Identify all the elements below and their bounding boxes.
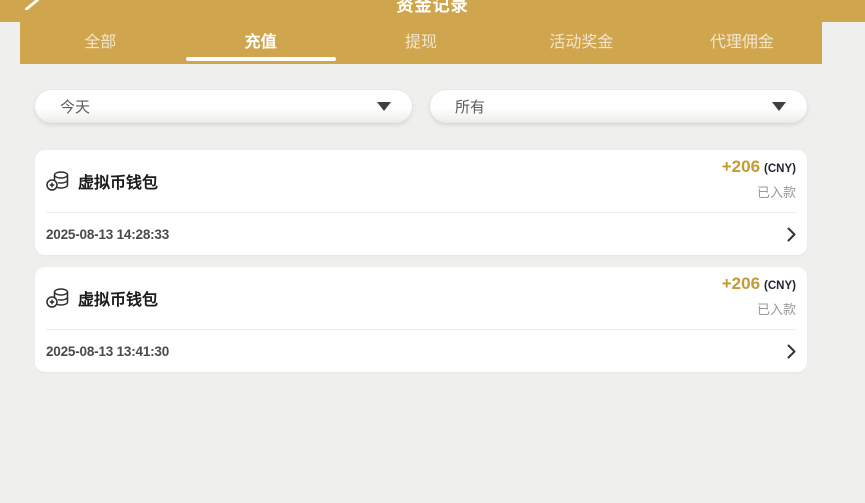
tab-withdraw-label: 提现 — [405, 34, 437, 51]
date-range-value: 今天 — [60, 96, 90, 117]
record-card-top: 虚拟币钱包 +206 (CNY) 已入款 — [46, 150, 796, 212]
currency: (CNY) — [764, 280, 796, 292]
payment-method: 虚拟币钱包 — [46, 169, 158, 193]
timestamp: 2025-08-13 13:41:30 — [46, 344, 169, 359]
active-tab-underline — [186, 57, 336, 61]
record-card[interactable]: 虚拟币钱包 +206 (CNY) 已入款 2025-08-13 14:28:33 — [35, 150, 807, 255]
currency: (CNY) — [764, 163, 796, 175]
chevron-right-icon[interactable] — [787, 227, 796, 242]
tab-agent-commission[interactable]: 代理佣金 — [662, 22, 822, 64]
record-card-bottom: 2025-08-13 13:41:30 — [46, 330, 796, 372]
tab-all[interactable]: 全部 — [20, 22, 180, 64]
payment-method: 虚拟币钱包 — [46, 286, 158, 310]
type-select[interactable]: 所有 — [430, 90, 807, 123]
record-card[interactable]: 虚拟币钱包 +206 (CNY) 已入款 2025-08-13 13:41:30 — [35, 267, 807, 372]
type-value: 所有 — [455, 96, 485, 117]
tab-deposit-label: 充值 — [245, 34, 277, 51]
record-card-bottom: 2025-08-13 14:28:33 — [46, 213, 796, 255]
page-title: 资金记录 — [0, 0, 865, 16]
date-range-select[interactable]: 今天 — [35, 90, 412, 123]
tab-activity-bonus-label: 活动奖金 — [549, 34, 613, 51]
tab-agent-commission-label: 代理佣金 — [710, 34, 774, 51]
coins-plus-icon — [46, 287, 70, 309]
status-badge: 已入款 — [757, 182, 796, 201]
amount-block: +206 (CNY) 已入款 — [722, 274, 796, 318]
timestamp: 2025-08-13 14:28:33 — [46, 227, 169, 242]
coins-plus-icon — [46, 170, 70, 192]
chevron-right-icon[interactable] — [787, 344, 796, 359]
amount: +206 — [722, 157, 760, 177]
record-card-top: 虚拟币钱包 +206 (CNY) 已入款 — [46, 267, 796, 329]
tab-activity-bonus[interactable]: 活动奖金 — [501, 22, 661, 64]
caret-down-icon — [377, 102, 391, 111]
amount: +206 — [722, 274, 760, 294]
header-band: 资金记录 — [0, 0, 865, 22]
tab-bar: 全部 充值 提现 活动奖金 代理佣金 — [20, 22, 822, 64]
method-label: 虚拟币钱包 — [78, 286, 158, 310]
amount-block: +206 (CNY) 已入款 — [722, 157, 796, 201]
tab-all-label: 全部 — [84, 34, 116, 51]
method-label: 虚拟币钱包 — [78, 169, 158, 193]
tab-deposit[interactable]: 充值 — [180, 22, 340, 64]
caret-down-icon — [772, 102, 786, 111]
status-badge: 已入款 — [757, 299, 796, 318]
tab-withdraw[interactable]: 提现 — [341, 22, 501, 64]
